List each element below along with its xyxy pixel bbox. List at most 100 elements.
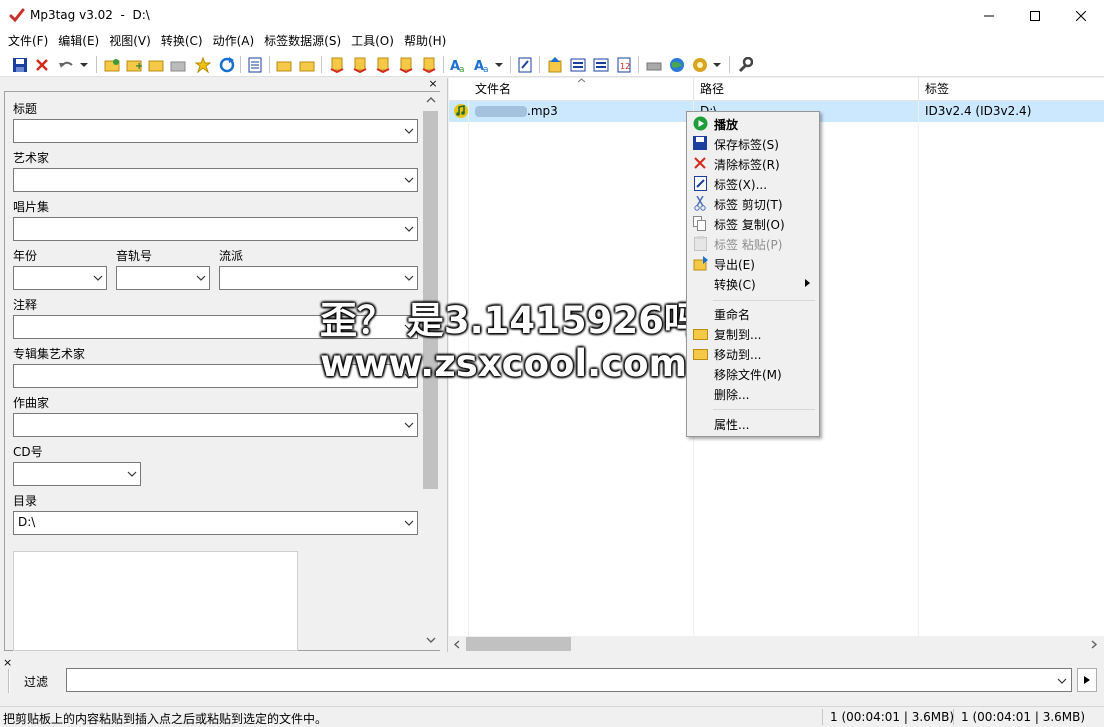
tag-tag-icon[interactable]	[396, 55, 416, 75]
audio-file-icon	[453, 103, 469, 119]
auto-numbering-icon[interactable]: 12	[614, 55, 634, 75]
actions-dropdown-icon[interactable]	[493, 55, 505, 75]
ctx-convert[interactable]: 转换(C)	[689, 273, 817, 293]
ctx-save-tag[interactable]: 保存标签(S)	[689, 133, 817, 153]
tag-filename-icon[interactable]	[327, 55, 347, 75]
genre-label: 流派	[219, 249, 244, 263]
ctx-rename[interactable]: 重命名	[689, 303, 817, 323]
disc-field[interactable]	[13, 462, 141, 486]
undo-dropdown-icon[interactable]	[78, 55, 90, 75]
freedb-icon[interactable]	[644, 55, 664, 75]
toolbar: + Aa Aa 12	[0, 52, 1104, 77]
options-wrench-icon[interactable]	[735, 55, 755, 75]
scroll-up-icon[interactable]	[426, 96, 436, 104]
export-icon[interactable]	[545, 55, 565, 75]
menu-view[interactable]: 视图(V)	[104, 31, 156, 52]
copy-to-icon[interactable]	[274, 55, 294, 75]
artist-label: 艺术家	[13, 151, 50, 165]
filename-cell: .mp3	[527, 104, 558, 118]
ctx-tag[interactable]: 标签(X)...	[689, 173, 817, 193]
filter-input[interactable]	[66, 668, 1072, 692]
open-folder-icon[interactable]	[146, 55, 166, 75]
scroll-down-icon[interactable]	[426, 636, 436, 644]
playlist-icon[interactable]	[568, 55, 588, 75]
filename-tag-icon[interactable]	[350, 55, 370, 75]
ctx-tag-cut[interactable]: 标签 剪切(T)	[689, 193, 817, 213]
composer-field[interactable]	[13, 413, 418, 437]
menu-convert[interactable]: 转换(C)	[156, 31, 208, 52]
copy-icon	[692, 215, 708, 231]
ctx-remove-file[interactable]: 移除文件(M)	[689, 363, 817, 383]
filter-label: 过滤	[24, 675, 49, 689]
year-field[interactable]	[13, 266, 107, 290]
chevron-down-icon	[404, 373, 414, 379]
window-title: Mp3tag v3.02 - D:\	[30, 8, 150, 22]
playlist-selected-icon[interactable]	[591, 55, 611, 75]
artist-field[interactable]	[13, 168, 418, 192]
comment-field[interactable]	[13, 315, 418, 339]
add-directory-icon[interactable]: +	[124, 55, 144, 75]
remove-tag-icon[interactable]	[32, 55, 52, 75]
text-file-tag-icon[interactable]	[373, 55, 393, 75]
menu-tag-sources[interactable]: 标签数据源(S)	[259, 31, 346, 52]
refresh-icon[interactable]	[217, 55, 237, 75]
ctx-delete[interactable]: 删除...	[689, 383, 817, 403]
filter-apply-button[interactable]	[1077, 668, 1097, 692]
ctx-export[interactable]: 导出(E)	[689, 253, 817, 273]
track-field[interactable]	[116, 266, 210, 290]
status-total: 1 (00:04:01 | 3.6MB)	[961, 710, 1086, 724]
genre-field[interactable]	[219, 266, 418, 290]
file-list-hscroll-thumb[interactable]	[466, 637, 571, 651]
file-list-hscrollbar[interactable]	[449, 636, 1104, 652]
menu-tools[interactable]: 工具(O)	[346, 31, 399, 52]
cover-art-box[interactable]	[13, 551, 298, 651]
ctx-tag-paste[interactable]: 标签 粘贴(P)	[689, 233, 817, 253]
file-list-icon[interactable]	[245, 55, 265, 75]
directory-field[interactable]: D:\	[13, 511, 418, 535]
column-path[interactable]: 路径	[694, 78, 919, 100]
save-icon[interactable]	[10, 55, 30, 75]
scroll-left-icon[interactable]	[453, 640, 461, 649]
convert-icon[interactable]	[419, 55, 439, 75]
column-tag[interactable]: 标签	[919, 78, 1104, 100]
ctx-move-to[interactable]: 移动到...	[689, 343, 817, 363]
actions-icon[interactable]: Aa	[472, 55, 492, 75]
ctx-properties[interactable]: 属性...	[689, 413, 817, 433]
menu-edit[interactable]: 编辑(E)	[53, 31, 104, 52]
filter-close-icon[interactable]: ×	[3, 656, 12, 669]
title-field[interactable]	[13, 119, 418, 143]
sort-ascending-icon	[577, 78, 586, 83]
album-field[interactable]	[13, 217, 418, 241]
minimize-button[interactable]	[966, 0, 1012, 31]
ctx-remove-tag[interactable]: 清除标签(R)	[689, 153, 817, 173]
menu-actions[interactable]: 动作(A)	[208, 31, 260, 52]
undo-icon[interactable]	[56, 55, 76, 75]
ctx-play[interactable]: 播放	[689, 113, 817, 133]
ctx-copy-to[interactable]: 复制到...	[689, 323, 817, 343]
menu-file[interactable]: 文件(F)	[3, 31, 53, 52]
directory-label: 目录	[13, 494, 38, 508]
filter-bar: × 过滤	[0, 653, 1104, 705]
tag-sources-dropdown-icon[interactable]	[711, 55, 723, 75]
tag-sources-icon[interactable]	[690, 55, 710, 75]
move-to-icon[interactable]	[297, 55, 317, 75]
tag-panel-scroll-thumb[interactable]	[423, 111, 438, 489]
album-artist-field[interactable]	[13, 364, 418, 388]
maximize-button[interactable]	[1012, 0, 1058, 31]
favorites-folder-icon[interactable]	[168, 55, 188, 75]
change-directory-icon[interactable]	[102, 55, 122, 75]
scroll-right-icon[interactable]	[1090, 640, 1098, 649]
close-button[interactable]	[1058, 0, 1104, 31]
svg-text:12: 12	[620, 62, 630, 71]
extended-tags-icon[interactable]	[515, 55, 535, 75]
chevron-down-icon	[404, 520, 414, 526]
chevron-down-icon	[127, 471, 137, 477]
menu-help[interactable]: 帮助(H)	[399, 31, 451, 52]
web-sources-icon[interactable]	[667, 55, 687, 75]
tag-panel-close-icon[interactable]: ×	[427, 78, 439, 90]
status-selected: 1 (00:04:01 | 3.6MB)	[830, 710, 955, 724]
favorites-star-icon[interactable]	[193, 55, 213, 75]
ctx-tag-copy[interactable]: 标签 复制(O)	[689, 213, 817, 233]
case-conversion-icon[interactable]: Aa	[448, 55, 468, 75]
svg-text:+: +	[135, 61, 142, 72]
